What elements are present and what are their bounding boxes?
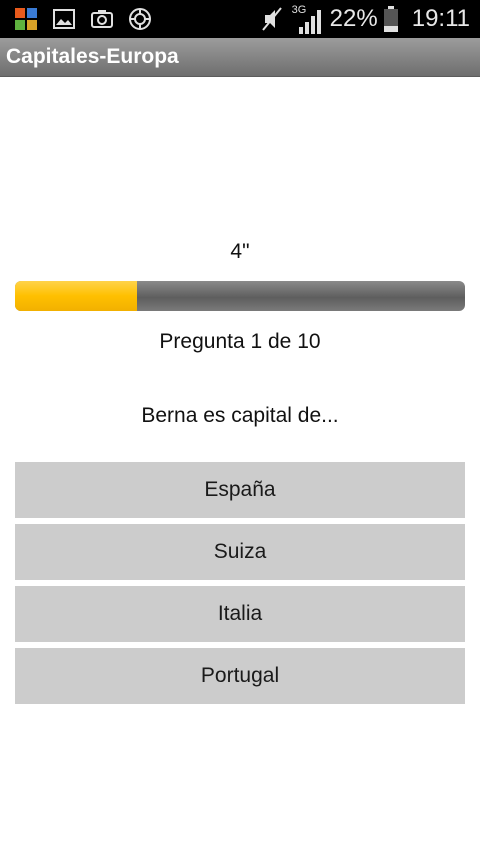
answer-button-suiza[interactable]: Suiza	[15, 524, 465, 580]
camera-icon	[91, 10, 113, 28]
notification-icons	[14, 7, 152, 31]
timer-progress-fill	[15, 281, 137, 311]
answer-list: España Suiza Italia Portugal	[15, 462, 465, 710]
question-text: Berna es capital de...	[141, 404, 339, 427]
answer-button-portugal[interactable]: Portugal	[15, 648, 465, 704]
action-bar: Capitales-Europa	[0, 38, 480, 77]
clock: 19:11	[411, 5, 470, 32]
question-counter: Pregunta 1 de 10	[159, 330, 321, 353]
countdown-timer: 4"	[230, 240, 250, 263]
answer-button-espana[interactable]: España	[15, 462, 465, 518]
avast-icon	[15, 8, 37, 30]
answer-button-italia[interactable]: Italia	[15, 586, 465, 642]
status-icons: 3G 22% 19:11	[260, 0, 470, 38]
signal-icon	[298, 10, 321, 34]
battery-icon	[383, 6, 398, 32]
gallery-icon	[53, 9, 75, 29]
signal-indicator: 3G	[290, 4, 324, 34]
app-title: Capitales-Europa	[6, 45, 179, 68]
mute-icon	[261, 7, 282, 31]
battery-percent: 22%	[329, 5, 378, 32]
timer-progress-bar	[15, 281, 465, 311]
sync-icon	[129, 8, 151, 30]
status-bar: 3G 22% 19:11	[0, 0, 480, 38]
